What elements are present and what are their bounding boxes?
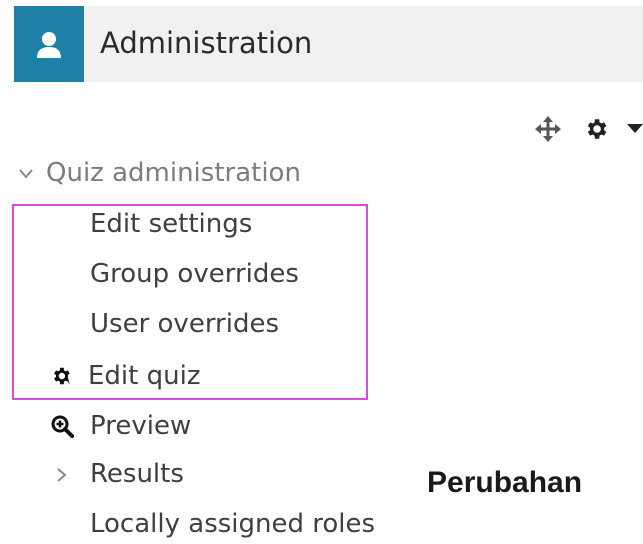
gear-icon[interactable] <box>583 116 609 142</box>
block-controls <box>535 114 643 142</box>
caption-text: Perubahan <box>427 466 583 499</box>
admin-block-header: Administration <box>14 6 643 82</box>
nav-item-locally-assigned-roles[interactable]: Locally assigned roles <box>90 504 375 544</box>
nav-item-label[interactable]: Preview <box>90 406 191 446</box>
highlight-annotation-box <box>12 204 368 400</box>
move-icon[interactable] <box>535 116 561 142</box>
caret-down-icon[interactable] <box>627 124 643 134</box>
nav-item-label[interactable]: Locally assigned roles <box>90 509 375 539</box>
section-label: Quiz administration <box>46 158 301 188</box>
magnifier-plus-icon <box>51 415 74 438</box>
block-title: Administration <box>100 26 313 60</box>
chevron-right-icon[interactable] <box>56 467 68 483</box>
chevron-down-icon[interactable] <box>18 168 34 180</box>
nav-item-label[interactable]: Results <box>90 454 184 494</box>
user-icon <box>37 32 61 58</box>
header-icon-tile <box>14 6 84 82</box>
